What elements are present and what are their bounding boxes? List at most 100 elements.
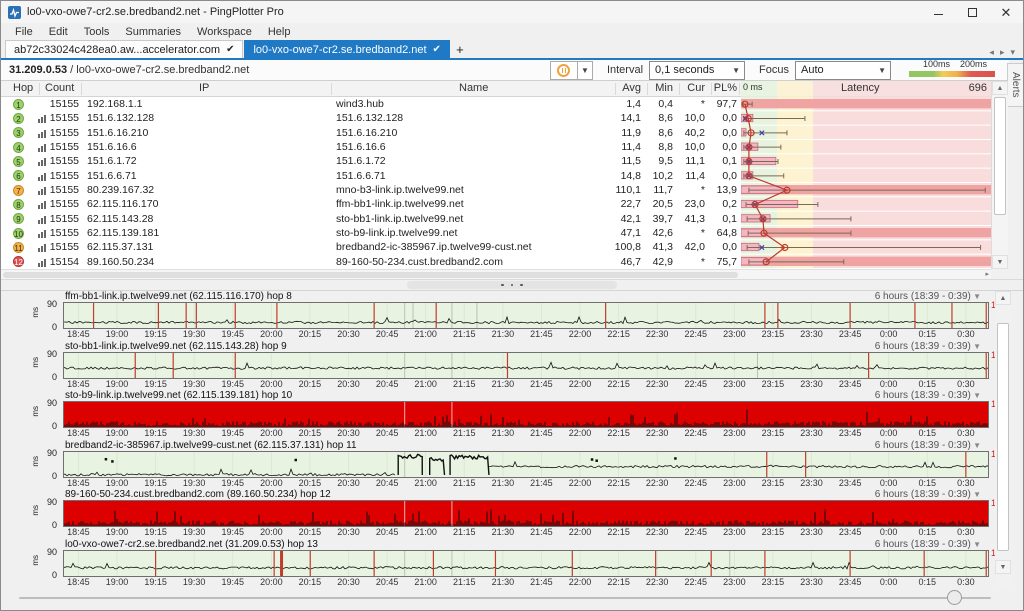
tab-label: ab72c33024c428ea0.aw...accelerator.com [14, 44, 220, 56]
time-tick-label: 22:45 [680, 478, 712, 488]
time-tick-label: 0:15 [911, 478, 943, 488]
scroll-down-icon[interactable]: ▼ [995, 560, 1011, 574]
graph-plot-area[interactable] [63, 401, 989, 428]
target-tab-1[interactable]: ab72c33024c428ea0.aw...accelerator.com✔ [5, 40, 243, 58]
timeline-slider-track[interactable] [19, 597, 991, 599]
close-button[interactable]: ✕ [989, 1, 1023, 23]
timeline-graph-hop-8[interactable]: ffm-bb1-link.ip.twelve99.net (62.115.116… [1, 291, 995, 341]
menu-item-workspace[interactable]: Workspace [189, 25, 260, 39]
graph-range-label: 6 hours (18:39 - 0:39) [875, 440, 971, 451]
graph-plot-area[interactable] [63, 550, 989, 577]
focus-select[interactable]: Auto ▼ [795, 61, 891, 80]
time-tick-label: 22:00 [564, 577, 596, 587]
timeline-graph-hop-9[interactable]: sto-bb1-link.ip.twelve99.net (62.115.143… [1, 341, 995, 391]
new-tab-button[interactable]: + [451, 40, 469, 58]
table-horizontal-scrollbar[interactable]: ▸ [1, 269, 991, 279]
name-cell: sto-b9-link.ip.twelve99.net [336, 227, 457, 239]
pl-cell: 75,7 [699, 256, 737, 268]
hop-number-badge: 7 [13, 185, 24, 196]
name-cell: 151.6.132.128 [336, 112, 403, 124]
time-tick-label: 0:30 [950, 577, 982, 587]
tab-scroll-left-icon[interactable]: ◂ [989, 47, 994, 58]
ip-cell: 89.160.50.234 [87, 256, 154, 268]
timeline-graph-hop-11[interactable]: bredband2-ic-385967.ip.twelve99-cust.net… [1, 440, 995, 490]
time-tick-label: 23:00 [718, 478, 750, 488]
graph-plot-area[interactable] [63, 352, 989, 379]
col-header-hop[interactable]: Hop [13, 82, 33, 94]
menu-item-help[interactable]: Help [260, 25, 299, 39]
menu-item-file[interactable]: File [7, 25, 41, 39]
time-tick-label: 0:30 [950, 379, 982, 389]
time-tick-label: 19:45 [217, 329, 249, 339]
col-header-name[interactable]: Name [459, 82, 488, 94]
graph-range-selector[interactable]: 6 hours (18:39 - 0:39) ▼ [875, 291, 981, 302]
scroll-up-icon[interactable]: ▲ [992, 81, 1008, 95]
time-tick-label: 19:00 [101, 478, 133, 488]
timeline-graph-hop-10[interactable]: sto-b9-link.ip.twelve99.net (62.115.139.… [1, 390, 995, 440]
menu-item-tools[interactable]: Tools [76, 25, 118, 39]
time-tick-label: 23:00 [718, 329, 750, 339]
count-cell: 15155 [45, 170, 79, 182]
pl-cell: 0,2 [699, 198, 737, 210]
minimize-button[interactable] [921, 1, 955, 23]
restore-icon [968, 8, 977, 17]
graph-range-selector[interactable]: 6 hours (18:39 - 0:39) ▼ [875, 440, 981, 451]
col-header-ip[interactable]: IP [199, 82, 209, 94]
scroll-up-icon[interactable]: ▲ [995, 291, 1011, 305]
graph-plot-area[interactable] [63, 451, 989, 478]
graph-range-label: 6 hours (18:39 - 0:39) [875, 341, 971, 352]
time-tick-label: 22:15 [603, 379, 635, 389]
y-axis-min-label: 0 [45, 471, 57, 481]
menu-item-summaries[interactable]: Summaries [117, 25, 189, 39]
time-tick-label: 23:30 [796, 478, 828, 488]
time-tick-label: 23:30 [796, 577, 828, 587]
splitter-grip-icon[interactable] [407, 281, 617, 289]
time-tick-label: 23:45 [834, 329, 866, 339]
pl-cell: 0,1 [699, 213, 737, 225]
y-axis-min-label: 0 [45, 520, 57, 530]
pause-button[interactable] [550, 61, 578, 80]
target-tab-2[interactable]: lo0-vxo-owe7-cr2.se.bredband2.net✔ [244, 40, 449, 58]
tab-list-icon[interactable]: ▾ [1010, 47, 1015, 58]
time-tick-label: 20:45 [371, 478, 403, 488]
col-header-count[interactable]: Count [45, 82, 74, 94]
graph-range-selector[interactable]: 6 hours (18:39 - 0:39) ▼ [875, 539, 981, 550]
menu-item-edit[interactable]: Edit [41, 25, 76, 39]
pl-cell: 13,9 [699, 184, 737, 196]
graph-title: ffm-bb1-link.ip.twelve99.net (62.115.116… [65, 291, 292, 302]
graph-range-selector[interactable]: 6 hours (18:39 - 0:39) ▼ [875, 390, 981, 401]
pause-dropdown-button[interactable]: ▼ [578, 61, 593, 80]
graph-range-selector[interactable]: 6 hours (18:39 - 0:39) ▼ [875, 489, 981, 500]
time-tick-label: 23:30 [796, 527, 828, 537]
table-vertical-scrollbar[interactable]: ▲ ▼ [991, 81, 1008, 269]
hscroll-thumb[interactable] [3, 272, 738, 278]
hop-number-badge: 12 [13, 256, 24, 267]
scroll-down-icon[interactable]: ▼ [992, 255, 1008, 269]
timeline-slider-thumb[interactable] [947, 590, 962, 605]
graph-range-selector[interactable]: 6 hours (18:39 - 0:39) ▼ [875, 341, 981, 352]
time-tick-label: 18:45 [62, 527, 94, 537]
chevron-down-icon: ▼ [581, 66, 589, 75]
graphs-vertical-scrollbar[interactable]: ▲ ▼ [995, 291, 1011, 586]
time-tick-label: 19:00 [101, 527, 133, 537]
time-tick-label: 20:00 [255, 379, 287, 389]
time-tick-label: 19:45 [217, 379, 249, 389]
hop-number-badge: 9 [13, 213, 24, 224]
panel-splitter[interactable] [1, 279, 1023, 291]
interval-select[interactable]: 0,1 seconds ▼ [649, 61, 745, 80]
graph-plot-area[interactable] [63, 302, 989, 329]
tab-scroll-right-icon[interactable]: ▸ [1000, 47, 1005, 58]
timeline-graph-hop-12[interactable]: 89-160-50-234.cust.bredband2.com (89.160… [1, 489, 995, 539]
latency-header: 0 ms Latency 696 [741, 81, 991, 97]
time-tick-label: 20:00 [255, 329, 287, 339]
time-tick-label: 22:30 [641, 379, 673, 389]
count-cell: 15155 [45, 213, 79, 225]
count-cell: 15155 [45, 127, 79, 139]
restore-button[interactable] [955, 1, 989, 23]
timeline-graph-hop-13[interactable]: lo0-vxo-owe7-cr2.se.bredband2.net (31.20… [1, 539, 995, 589]
graph-plot-area[interactable] [63, 500, 989, 527]
graph-title: lo0-vxo-owe7-cr2.se.bredband2.net (31.20… [65, 539, 318, 550]
time-tick-label: 18:45 [62, 577, 94, 587]
col-header-pl[interactable]: PL% [699, 82, 737, 94]
alerts-side-tab[interactable]: Alerts [1007, 63, 1023, 107]
